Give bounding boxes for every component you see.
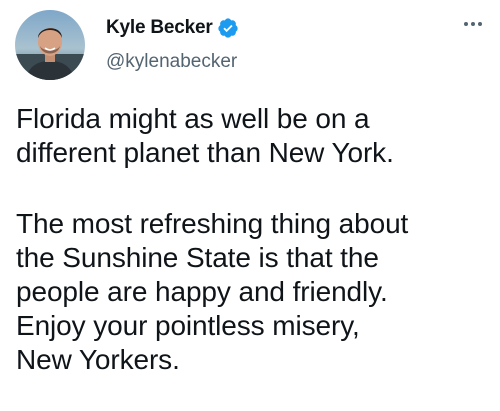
more-horizontal-icon-dot bbox=[464, 22, 468, 26]
author-display-name[interactable]: Kyle Becker bbox=[106, 17, 213, 39]
profile-photo-icon bbox=[15, 10, 85, 80]
author-handle[interactable]: @kylenabecker bbox=[106, 51, 237, 73]
author-avatar[interactable] bbox=[15, 10, 85, 80]
more-horizontal-icon-dot bbox=[471, 22, 475, 26]
tweet-text-paragraph: The most refreshing thing about the Suns… bbox=[16, 208, 409, 375]
tweet-text-paragraph: Florida might as well be on a different … bbox=[16, 103, 394, 168]
tweet-card: Kyle Becker @kylenabecker Florida might … bbox=[0, 0, 500, 411]
more-horizontal-icon-dot bbox=[478, 22, 482, 26]
author-name-row[interactable]: Kyle Becker bbox=[106, 17, 239, 39]
verified-badge-icon bbox=[217, 17, 239, 39]
more-options-button[interactable] bbox=[460, 14, 486, 34]
